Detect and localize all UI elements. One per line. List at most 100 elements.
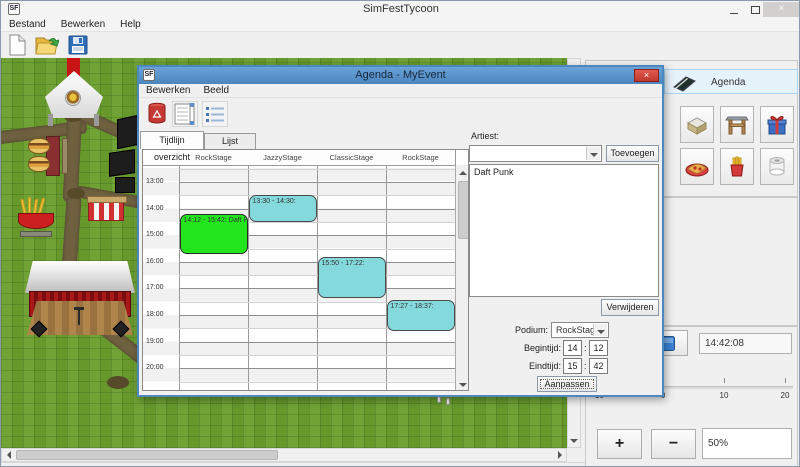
agenda-book-icon	[671, 73, 697, 93]
open-file-button[interactable]	[35, 34, 59, 58]
minimize-button[interactable]	[726, 5, 742, 16]
scroll-down-button[interactable]	[568, 434, 580, 447]
tent-logo	[65, 90, 81, 106]
end-hour-field[interactable]: 15	[563, 358, 582, 374]
schedule-event[interactable]: 14:12 - 15:42: Daft Punk	[180, 214, 248, 254]
build-gift-button[interactable]	[760, 106, 794, 143]
podium-combobox[interactable]: RockStage	[551, 322, 609, 338]
chevron-down-icon[interactable]	[586, 147, 600, 160]
start-hour-field[interactable]: 14	[563, 340, 582, 356]
schedule-scrollbar[interactable]	[455, 165, 469, 391]
schedule-event[interactable]: 15:50 - 17:22:	[318, 257, 386, 298]
slider-tick-label: 10	[711, 391, 737, 400]
end-time-label: Eindtijd:	[497, 361, 561, 371]
artist-listbox[interactable]: Daft Punk	[469, 164, 659, 297]
dialog-menubar: Bewerken Beeld	[139, 84, 662, 98]
visitor-sprite	[437, 396, 441, 403]
dialog-menu-beeld[interactable]: Beeld	[203, 84, 229, 98]
scroll-left-button[interactable]	[2, 449, 15, 461]
visitor-sprite	[446, 398, 450, 405]
delete-event-button[interactable]	[144, 101, 170, 127]
column-header-jazzystage: JazzyStage	[248, 150, 317, 165]
schedule-event[interactable]: 17:27 - 18:37:	[387, 300, 455, 331]
burger-stand[interactable]	[28, 136, 70, 176]
start-minute-field[interactable]: 12	[589, 340, 608, 356]
slider-tick-label: 20	[772, 391, 798, 400]
zoom-in-button[interactable]: +	[597, 429, 642, 459]
end-minute-field[interactable]: 42	[589, 358, 608, 374]
torii-gate-icon	[725, 114, 749, 136]
zoom-out-button[interactable]: −	[651, 429, 696, 459]
dialog-close-button[interactable]: ×	[634, 69, 659, 82]
main-toolbar	[1, 31, 800, 58]
vscroll-thumb[interactable]	[458, 181, 469, 239]
build-fries-button[interactable]	[720, 148, 754, 185]
scroll-down-button[interactable]	[457, 378, 469, 391]
scroll-up-button[interactable]	[457, 166, 469, 179]
speaker-stack[interactable]	[107, 117, 139, 195]
dialog-menu-bewerken[interactable]: Bewerken	[146, 84, 190, 98]
add-artist-button[interactable]: Toevoegen	[606, 145, 659, 162]
close-button[interactable]: ×	[763, 2, 800, 17]
dialog-icon: SF	[143, 69, 155, 81]
dialog-titlebar[interactable]: Agenda - MyEvent SF ×	[139, 67, 662, 84]
app-title: SimFestTycoon	[1, 1, 800, 18]
hour-line	[179, 182, 455, 183]
time-label: 18:00	[146, 311, 178, 318]
half-hour-line	[179, 169, 455, 170]
agenda-dialog: Agenda - MyEvent SF × Bewerken Beeld Tijd…	[137, 65, 664, 397]
agenda-button-label: Agenda	[711, 70, 745, 95]
list-view-icon	[205, 105, 225, 123]
gift-icon	[765, 114, 789, 136]
trash-icon	[147, 102, 167, 126]
schedule-timeline[interactable]: 13:0014:0015:0016:0017:0018:0019:0020:00…	[142, 149, 469, 391]
main-window: SimFestTycoon SF × Bestand Bewerken Help	[0, 0, 800, 467]
stand-roof	[87, 196, 127, 203]
fries-stand[interactable]	[16, 199, 56, 239]
chevron-down-icon[interactable]	[593, 324, 607, 336]
stage-roof	[25, 261, 135, 293]
new-file-button[interactable]	[6, 34, 30, 58]
build-toilet-paper-button[interactable]	[760, 148, 794, 185]
menu-bewerken[interactable]: Bewerken	[61, 18, 105, 31]
hour-line	[179, 342, 455, 343]
agenda-button[interactable]: Agenda	[664, 69, 798, 94]
speed-display: 50%	[702, 428, 792, 459]
build-stage-platform-button[interactable]	[680, 106, 714, 143]
tab-list-overview[interactable]: Lijst overzicht	[204, 133, 256, 149]
save-button[interactable]	[67, 34, 91, 58]
main-stage[interactable]	[25, 261, 135, 343]
menu-help[interactable]: Help	[120, 18, 141, 31]
maximize-button[interactable]	[748, 5, 762, 16]
map-horizontal-scrollbar[interactable]	[1, 448, 567, 462]
half-hour-line	[179, 355, 455, 356]
dialog-title: Agenda - MyEvent	[139, 67, 662, 84]
build-torii-gate-button[interactable]	[720, 106, 754, 143]
remove-artist-button[interactable]: Verwijderen	[601, 299, 659, 316]
column-header-rockstage: RockStage	[386, 150, 455, 165]
burger	[28, 156, 50, 172]
schedule-event[interactable]: 13:30 - 14:30:	[249, 195, 317, 222]
hour-line	[179, 262, 455, 263]
time-colon: :	[584, 361, 587, 371]
toilet-paper-icon	[765, 156, 789, 178]
artist-list-item[interactable]: Daft Punk	[470, 165, 658, 178]
list-view-button[interactable]	[202, 101, 228, 127]
menu-bestand[interactable]: Bestand	[9, 18, 46, 31]
artist-combobox[interactable]	[469, 145, 602, 162]
slider-tick	[785, 378, 786, 383]
apply-button[interactable]: Aanpassen	[537, 376, 597, 392]
hscroll-thumb[interactable]	[16, 450, 278, 460]
build-pizza-button[interactable]	[680, 148, 714, 185]
stand-base	[20, 231, 52, 237]
timeline-view-button[interactable]	[172, 101, 198, 127]
time-label: 20:00	[146, 364, 178, 371]
stand-plank	[62, 138, 68, 174]
column-header-classicstage: ClassicStage	[317, 150, 386, 165]
open-folder-icon	[35, 34, 59, 56]
tab-timeline-overview[interactable]: Tijdlijn overzicht	[140, 131, 204, 149]
scroll-right-button[interactable]	[553, 449, 566, 461]
time-label: 15:00	[146, 231, 178, 238]
popcorn-stand[interactable]	[88, 201, 124, 221]
slider-tick	[724, 378, 725, 383]
